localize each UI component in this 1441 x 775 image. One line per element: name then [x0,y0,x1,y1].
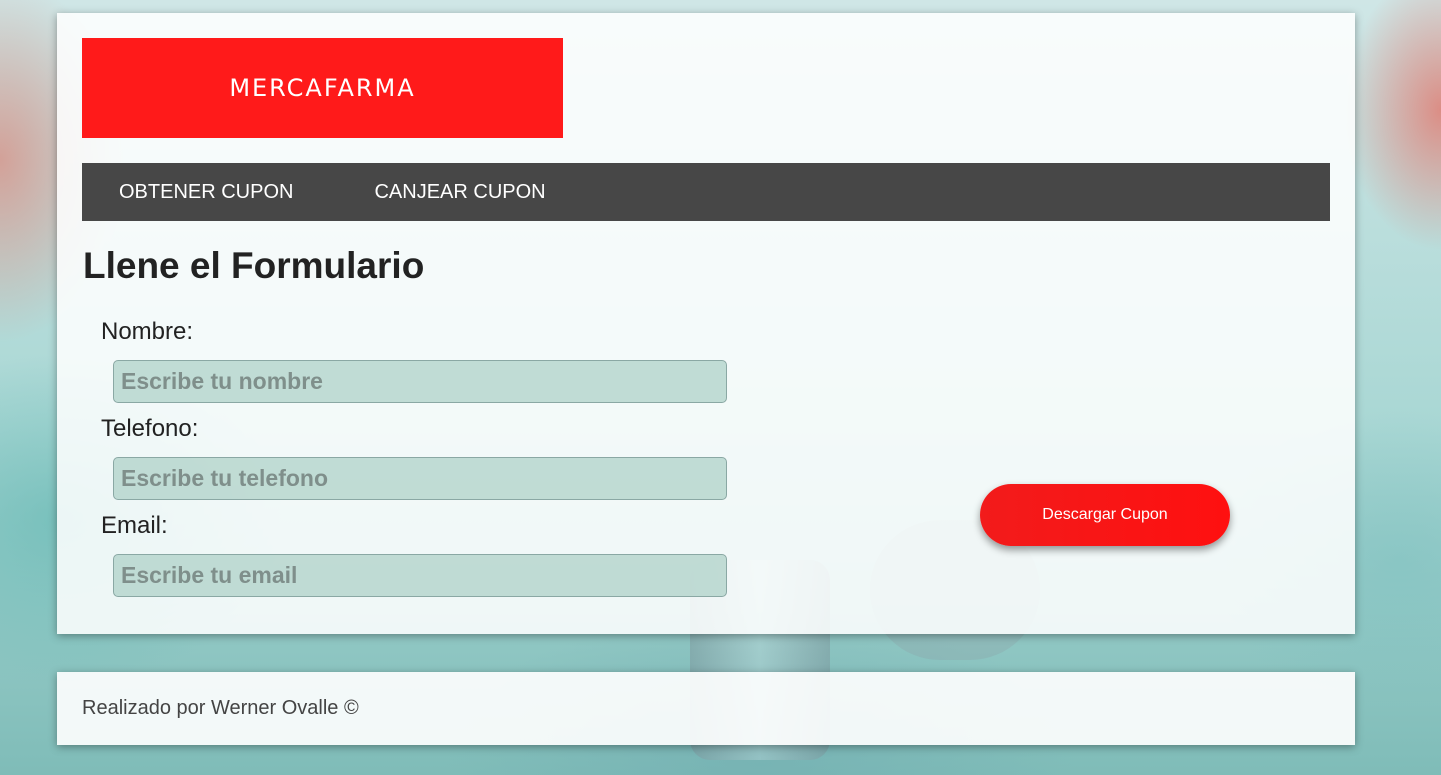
form-title: Llene el Formulario [83,245,425,286]
nav-item-obtener-cupon[interactable]: OBTENER CUPON [82,163,337,221]
nombre-input[interactable] [113,360,727,403]
footer-credit: Realizado por Werner Ovalle © [82,697,359,719]
download-coupon-button[interactable]: Descargar Cupon [980,484,1230,546]
email-label: Email: [101,512,168,539]
nombre-label: Nombre: [101,318,194,345]
footer: Realizado por Werner Ovalle © [57,672,1355,745]
email-input[interactable] [113,554,727,597]
telefono-label: Telefono: [101,415,199,442]
main-nav: OBTENER CUPON CANJEAR CUPON [82,163,1330,221]
nav-item-canjear-cupon[interactable]: CANJEAR CUPON [337,163,582,221]
brand-logo[interactable]: MERCAFARMA [82,38,563,138]
main-panel: MERCAFARMA OBTENER CUPON CANJEAR CUPON L… [57,13,1355,634]
brand-name: MERCAFARMA [229,74,416,102]
telefono-input[interactable] [113,457,727,500]
